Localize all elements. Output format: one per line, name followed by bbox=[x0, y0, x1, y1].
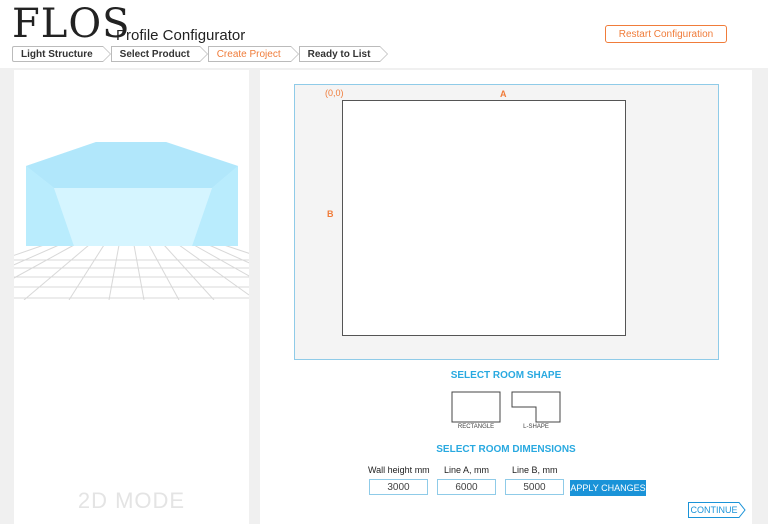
line-a-label: Line A, mm bbox=[444, 465, 490, 475]
preview-panel: 2D MODE bbox=[14, 70, 249, 524]
shape-option-label: RECTANGLE bbox=[457, 424, 495, 430]
wall-height-input[interactable] bbox=[369, 479, 428, 495]
room-outline[interactable] bbox=[342, 100, 626, 336]
step-select-product[interactable]: Select Product bbox=[110, 46, 208, 62]
shape-option-rectangle[interactable]: RECTANGLE bbox=[451, 391, 501, 431]
project-panel: (0,0) A B SELECT ROOM SHAPE RECTANGLE L-… bbox=[260, 70, 752, 524]
room-3d-preview bbox=[14, 142, 249, 300]
flos-logo: FLOS bbox=[12, 1, 131, 47]
top-header: FLOS Profile Configurator Restart Config… bbox=[0, 0, 768, 68]
restart-configuration-button[interactable]: Restart Configuration bbox=[605, 25, 727, 43]
continue-label: CONTINUE bbox=[690, 505, 738, 515]
step-ready-to-list[interactable]: Ready to List bbox=[298, 46, 389, 62]
l-shape-icon bbox=[511, 391, 561, 423]
room-inner-floor bbox=[54, 188, 212, 246]
step-breadcrumb: Light Structure Select Product Create Pr… bbox=[12, 46, 389, 62]
step-light-structure[interactable]: Light Structure bbox=[12, 46, 111, 62]
floor-grid bbox=[14, 244, 249, 300]
line-b-label: Line B, mm bbox=[512, 465, 558, 475]
shape-option-l-shape[interactable]: L-SHAPE bbox=[511, 391, 561, 431]
room-drawing-canvas[interactable]: (0,0) A B bbox=[294, 84, 719, 360]
continue-button[interactable]: CONTINUE bbox=[688, 502, 746, 518]
app-title: Profile Configurator bbox=[116, 27, 246, 44]
dimension-a-label: A bbox=[500, 89, 507, 99]
step-create-project[interactable]: Create Project bbox=[207, 46, 299, 62]
origin-label: (0,0) bbox=[325, 88, 344, 98]
dimension-b-label: B bbox=[327, 209, 334, 219]
room-dimensions-title: SELECT ROOM DIMENSIONS bbox=[436, 444, 576, 455]
line-a-input[interactable] bbox=[437, 479, 496, 495]
room-shape-title: SELECT ROOM SHAPE bbox=[450, 370, 562, 381]
wall-height-label: Wall height mm bbox=[368, 465, 430, 475]
rectangle-shape-icon bbox=[451, 391, 501, 423]
view-mode-label[interactable]: 2D MODE bbox=[14, 488, 249, 514]
line-b-input[interactable] bbox=[505, 479, 564, 495]
shape-option-label: L-SHAPE bbox=[523, 424, 549, 430]
room-back-wall bbox=[26, 142, 238, 188]
apply-changes-button[interactable]: APPLY CHANGES bbox=[570, 480, 646, 496]
